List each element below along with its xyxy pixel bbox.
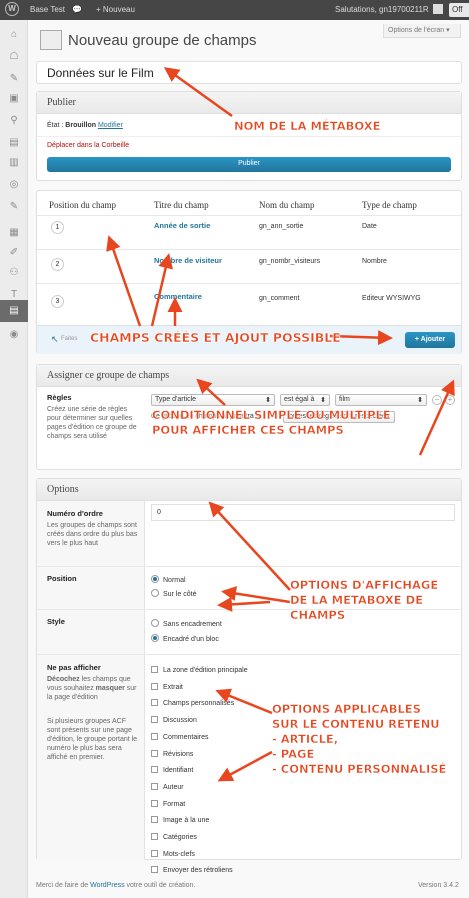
user-greeting[interactable]: Salutations, gn19700211R bbox=[335, 5, 429, 14]
custom-fields-icon[interactable]: ▤ bbox=[0, 300, 28, 322]
annotation-display-options: OPTIONS D'AFFICHAGE DE LA METABOXE DE CHAM… bbox=[290, 578, 439, 622]
remove-rule-icon[interactable]: − bbox=[432, 395, 442, 405]
annotation-conditions: CONDITIONNEL SIMPLE OU MULTIPLE POUR AFFI… bbox=[152, 408, 391, 437]
hide-list: La zone d'édition principale Extrait Cha… bbox=[151, 663, 248, 880]
hide-checkbox[interactable]: Révisions bbox=[151, 747, 248, 764]
position-side-radio[interactable]: Sur le côté bbox=[151, 589, 196, 598]
appearance-icon[interactable]: ✎ bbox=[6, 200, 22, 214]
hide-checkbox[interactable]: Catégories bbox=[151, 830, 248, 847]
hide-checkbox[interactable]: Discussion bbox=[151, 713, 248, 730]
links-icon[interactable]: ⚲ bbox=[6, 114, 22, 128]
position-label: Position bbox=[47, 574, 77, 583]
title-input[interactable]: Données sur le Film bbox=[36, 61, 462, 84]
extra-icon[interactable]: ◉ bbox=[6, 328, 22, 342]
hide-checkbox[interactable]: Commentaires bbox=[151, 730, 248, 747]
publish-heading: Publier bbox=[37, 92, 461, 114]
drag-hint-arrow-icon: ↖ bbox=[51, 334, 59, 344]
field-name: gn_nombr_visiteurs bbox=[259, 258, 321, 265]
footer-credit: Merci de faire de WordPress votre outil … bbox=[36, 882, 196, 889]
dashboard-icon[interactable]: ⌂ bbox=[6, 28, 22, 42]
comments-icon[interactable]: 💬 bbox=[72, 5, 82, 14]
pages-icon[interactable]: ▤ bbox=[6, 136, 22, 150]
new-content-menu[interactable]: + Nouveau bbox=[96, 5, 135, 14]
field-name: gn_comment bbox=[259, 295, 300, 302]
screen-options-tab[interactable]: Options de l'écran ▾ bbox=[383, 24, 461, 38]
annotation-content-options: OPTIONS APPLICABLES SUR LE CONTENU RETENU… bbox=[272, 702, 447, 776]
rule-param-select[interactable]: Type d'article ⬍ bbox=[151, 394, 275, 406]
wordpress-logo-icon[interactable]: W bbox=[5, 2, 19, 16]
hide-checkbox[interactable]: Identifiant bbox=[151, 763, 248, 780]
field-title-link[interactable]: Commentaire bbox=[154, 292, 202, 301]
library-icon[interactable]: ▥ bbox=[6, 156, 22, 170]
hide-checkbox[interactable]: Mots-clefs bbox=[151, 847, 248, 864]
hide-checkbox[interactable]: Envoyer des rétroliens bbox=[151, 863, 248, 880]
position-normal-radio[interactable]: Normal bbox=[151, 575, 186, 584]
annotation-metabox-name: NOM DE LA MÉTABOXE bbox=[234, 119, 381, 133]
status-value: Brouillon bbox=[65, 122, 97, 129]
hide-checkbox[interactable]: Image à la une bbox=[151, 813, 248, 830]
admin-bar: W Base Test 💬 + Nouveau Salutations, gn1… bbox=[0, 0, 469, 20]
add-field-button[interactable]: + Ajouter bbox=[405, 332, 455, 348]
field-type: Date bbox=[362, 223, 377, 230]
plugins-icon[interactable]: ✐ bbox=[6, 246, 22, 260]
drag-hint: Faites bbox=[61, 336, 78, 342]
order-description: Les groupes de champs sont créés dans or… bbox=[47, 522, 138, 547]
hide-checkbox[interactable]: Extrait bbox=[151, 680, 248, 697]
options-box: Options Numéro d'ordre Les groupes de ch… bbox=[36, 478, 462, 874]
edit-status-link[interactable]: Modifier bbox=[98, 122, 123, 129]
col-title: Titre du champ bbox=[154, 200, 209, 210]
site-icon[interactable]: ☖ bbox=[6, 50, 22, 64]
hide-checkbox[interactable]: Champs personnalisés bbox=[151, 696, 248, 713]
hide-description: Décochez les champs que vous souhaitez m… bbox=[47, 676, 137, 701]
order-input[interactable]: 0 bbox=[151, 504, 455, 521]
col-type: Type de champ bbox=[362, 200, 417, 210]
page-title: Nouveau groupe de champs bbox=[68, 32, 257, 49]
col-position: Position du champ bbox=[49, 200, 116, 210]
rules-description: Créez une série de règles pour détermine… bbox=[47, 406, 137, 440]
field-title-link[interactable]: Nombre de visiteur bbox=[154, 256, 222, 265]
field-order-badge: 2 bbox=[51, 258, 64, 271]
location-heading: Assigner ce groupe de champs bbox=[37, 365, 461, 387]
comments-menu-icon[interactable]: ◎ bbox=[6, 178, 22, 192]
site-name-link[interactable]: Base Test bbox=[30, 5, 65, 14]
options-heading: Options bbox=[37, 479, 461, 501]
field-type: Editeur WYSIWYG bbox=[362, 295, 421, 302]
users-icon[interactable]: ⚇ bbox=[6, 266, 22, 280]
off-toggle[interactable]: Off bbox=[449, 3, 469, 17]
trash-link[interactable]: Déplacer dans la Corbeille bbox=[47, 142, 129, 149]
media-icon[interactable]: ▣ bbox=[6, 92, 22, 106]
hide-label: Ne pas afficher bbox=[47, 663, 101, 672]
admin-menu: ⌂ ☖ ✎ ▣ ⚲ ▤ ▥ ◎ ✎ ▦ ✐ ⚇ T ▧ ▤ ◉ bbox=[0, 20, 28, 898]
style-label: Style bbox=[47, 617, 65, 626]
field-order-badge: 1 bbox=[51, 221, 64, 234]
hide-checkbox[interactable]: Format bbox=[151, 797, 248, 814]
col-name: Nom du champ bbox=[259, 200, 315, 210]
hide-checkbox[interactable]: Auteur bbox=[151, 780, 248, 797]
avatar[interactable] bbox=[433, 4, 443, 14]
hide-checkbox[interactable]: La zone d'édition principale bbox=[151, 663, 248, 680]
rule-value-select[interactable]: film ⬍ bbox=[335, 394, 427, 406]
field-order-badge: 3 bbox=[51, 295, 64, 308]
publish-box: Publier État : Brouillon Modifier Déplac… bbox=[36, 91, 462, 181]
footer-version: Version 3.4.2 bbox=[418, 882, 459, 889]
style-none-radio[interactable]: Sans encadrement bbox=[151, 619, 222, 628]
publish-button[interactable]: Publier bbox=[47, 157, 451, 172]
rule-operator-select[interactable]: est égal à ⬍ bbox=[280, 394, 330, 406]
annotation-fields: CHAMPS CRÉÉS ET AJOUT POSSIBLE bbox=[90, 330, 341, 345]
field-type: Nombre bbox=[362, 258, 387, 265]
hide-description-2: Si plusieurs groupes ACF sont présents s… bbox=[47, 718, 138, 761]
field-name: gn_ann_sortie bbox=[259, 223, 304, 230]
page-icon bbox=[40, 30, 62, 50]
status-label: État : bbox=[47, 122, 64, 129]
wordpress-link[interactable]: WordPress bbox=[90, 882, 125, 889]
widgets-icon[interactable]: ▦ bbox=[6, 226, 22, 240]
style-box-radio[interactable]: Encadré d'un bloc bbox=[151, 634, 219, 643]
field-title-link[interactable]: Année de sortie bbox=[154, 221, 210, 230]
add-rule-icon[interactable]: + bbox=[445, 395, 455, 405]
order-label: Numéro d'ordre bbox=[47, 509, 103, 518]
rules-label: Règles bbox=[47, 393, 72, 402]
posts-icon[interactable]: ✎ bbox=[6, 72, 22, 86]
